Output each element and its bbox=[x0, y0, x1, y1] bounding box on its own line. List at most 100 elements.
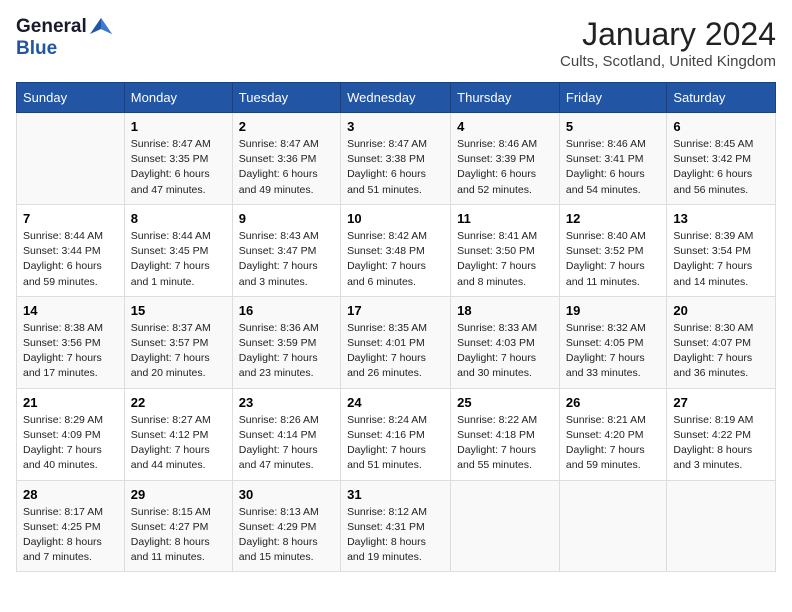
sunset-text: Sunset: 4:29 PM bbox=[239, 521, 317, 533]
table-row: 1Sunrise: 8:47 AMSunset: 3:35 PMDaylight… bbox=[124, 113, 232, 205]
day-info: Sunrise: 8:47 AMSunset: 3:38 PMDaylight:… bbox=[347, 137, 444, 198]
sunrise-text: Sunrise: 8:12 AM bbox=[347, 506, 427, 518]
sunrise-text: Sunrise: 8:36 AM bbox=[239, 322, 319, 334]
sunrise-text: Sunrise: 8:32 AM bbox=[566, 322, 646, 334]
sunrise-text: Sunrise: 8:24 AM bbox=[347, 414, 427, 426]
table-row: 26Sunrise: 8:21 AMSunset: 4:20 PMDayligh… bbox=[559, 388, 667, 480]
daylight-text: Daylight: 7 hours and 40 minutes. bbox=[23, 444, 102, 471]
daylight-text: Daylight: 7 hours and 3 minutes. bbox=[239, 260, 318, 287]
daylight-text: Daylight: 6 hours and 51 minutes. bbox=[347, 168, 426, 195]
sunset-text: Sunset: 4:25 PM bbox=[23, 521, 101, 533]
daylight-text: Daylight: 7 hours and 36 minutes. bbox=[673, 352, 752, 379]
daylight-text: Daylight: 7 hours and 20 minutes. bbox=[131, 352, 210, 379]
sunrise-text: Sunrise: 8:47 AM bbox=[131, 138, 211, 150]
day-number: 27 bbox=[673, 395, 769, 410]
day-number: 30 bbox=[239, 487, 334, 502]
calendar-week-row: 28 Sunrise: 8:17 AM Sunset: 4:25 PM Dayligh… bbox=[17, 480, 776, 572]
sunset-text: Sunset: 3:39 PM bbox=[457, 153, 535, 165]
day-info: Sunrise: 8:39 AMSunset: 3:54 PMDaylight:… bbox=[673, 229, 769, 290]
sunrise-text: Sunrise: 8:43 AM bbox=[239, 230, 319, 242]
daylight-text: Daylight: 8 hours and 11 minutes. bbox=[131, 536, 210, 563]
day-info: Sunrise: 8:12 AMSunset: 4:31 PMDaylight:… bbox=[347, 505, 444, 566]
day-number: 3 bbox=[347, 119, 444, 134]
sunrise-text: Sunrise: 8:38 AM bbox=[23, 322, 103, 334]
sunrise-text: Sunrise: 8:44 AM bbox=[23, 230, 103, 242]
day-info: Sunrise: 8:27 AMSunset: 4:12 PMDaylight:… bbox=[131, 413, 226, 474]
daylight-text: Daylight: 6 hours and 54 minutes. bbox=[566, 168, 645, 195]
sunset-text: Sunset: 3:57 PM bbox=[131, 337, 209, 349]
header-sunday: Sunday bbox=[17, 83, 125, 113]
sunset-text: Sunset: 3:42 PM bbox=[673, 153, 751, 165]
sunset-text: Sunset: 4:01 PM bbox=[347, 337, 425, 349]
table-row: 9Sunrise: 8:43 AMSunset: 3:47 PMDaylight… bbox=[232, 204, 340, 296]
sunrise-text: Sunrise: 8:30 AM bbox=[673, 322, 753, 334]
day-number: 8 bbox=[131, 211, 226, 226]
table-row: 10Sunrise: 8:42 AMSunset: 3:48 PMDayligh… bbox=[341, 204, 451, 296]
sunset-text: Sunset: 4:09 PM bbox=[23, 429, 101, 441]
sunrise-text: Sunrise: 8:19 AM bbox=[673, 414, 753, 426]
day-info: Sunrise: 8:32 AMSunset: 4:05 PMDaylight:… bbox=[566, 321, 661, 382]
day-info: Sunrise: 8:47 AMSunset: 3:35 PMDaylight:… bbox=[131, 137, 226, 198]
day-number: 10 bbox=[347, 211, 444, 226]
day-number: 18 bbox=[457, 303, 553, 318]
sunset-text: Sunset: 3:36 PM bbox=[239, 153, 317, 165]
day-info: Sunrise: 8:36 AMSunset: 3:59 PMDaylight:… bbox=[239, 321, 334, 382]
table-row: 21Sunrise: 8:29 AMSunset: 4:09 PMDayligh… bbox=[17, 388, 125, 480]
daylight-text: Daylight: 7 hours and 44 minutes. bbox=[131, 444, 210, 471]
day-number: 4 bbox=[457, 119, 553, 134]
sunset-text: Sunset: 3:56 PM bbox=[23, 337, 101, 349]
sunset-text: Sunset: 4:20 PM bbox=[566, 429, 644, 441]
daylight-text: Daylight: 6 hours and 52 minutes. bbox=[457, 168, 536, 195]
day-info: Sunrise: 8:30 AM Sunset: 4:07 PM Daylight:… bbox=[673, 321, 769, 382]
day-info: Sunrise: 8:35 AMSunset: 4:01 PMDaylight:… bbox=[347, 321, 444, 382]
sunset-text: Sunset: 3:41 PM bbox=[566, 153, 644, 165]
day-number: 28 bbox=[23, 487, 118, 502]
day-info: Sunrise: 8:13 AMSunset: 4:29 PMDaylight:… bbox=[239, 505, 334, 566]
day-info: Sunrise: 8:44 AMSunset: 3:45 PMDaylight:… bbox=[131, 229, 226, 290]
day-number: 5 bbox=[566, 119, 661, 134]
sunset-text: Sunset: 3:38 PM bbox=[347, 153, 425, 165]
table-row bbox=[667, 480, 776, 572]
table-row: 2Sunrise: 8:47 AMSunset: 3:36 PMDaylight… bbox=[232, 113, 340, 205]
location: Cults, Scotland, United Kingdom bbox=[560, 53, 776, 70]
sunset-text: Sunset: 4:27 PM bbox=[131, 521, 209, 533]
sunset-text: Sunset: 4:16 PM bbox=[347, 429, 425, 441]
sunrise-text: Sunrise: 8:13 AM bbox=[239, 506, 319, 518]
logo: General Blue bbox=[16, 16, 112, 60]
daylight-text: Daylight: 7 hours and 23 minutes. bbox=[239, 352, 318, 379]
sunrise-text: Sunrise: 8:17 AM bbox=[23, 506, 103, 518]
table-row: 29Sunrise: 8:15 AMSunset: 4:27 PMDayligh… bbox=[124, 480, 232, 572]
sunset-text: Sunset: 4:18 PM bbox=[457, 429, 535, 441]
daylight-text: Daylight: 7 hours and 6 minutes. bbox=[347, 260, 426, 287]
sunrise-text: Sunrise: 8:27 AM bbox=[131, 414, 211, 426]
header-saturday: Saturday bbox=[667, 83, 776, 113]
day-number: 21 bbox=[23, 395, 118, 410]
day-number: 20 bbox=[673, 303, 769, 318]
header-thursday: Thursday bbox=[451, 83, 560, 113]
sunset-text: Sunset: 4:14 PM bbox=[239, 429, 317, 441]
sunset-text: Sunset: 4:07 PM bbox=[673, 337, 751, 349]
sunrise-text: Sunrise: 8:41 AM bbox=[457, 230, 537, 242]
page-header: General Blue January 2024 Cults, Scotlan… bbox=[16, 16, 776, 70]
table-row: 3 Sunrise: 8:47 AMSunset: 3:38 PMDaylight… bbox=[341, 113, 451, 205]
title-section: January 2024 Cults, Scotland, United Kin… bbox=[560, 16, 776, 70]
day-number: 19 bbox=[566, 303, 661, 318]
table-row: 24Sunrise: 8:24 AMSunset: 4:16 PMDayligh… bbox=[341, 388, 451, 480]
day-number: 15 bbox=[131, 303, 226, 318]
table-row: 12Sunrise: 8:40 AMSunset: 3:52 PMDayligh… bbox=[559, 204, 667, 296]
day-info: Sunrise: 8:46 AMSunset: 3:41 PMDaylight:… bbox=[566, 137, 661, 198]
table-row: 14Sunrise: 8:38 AMSunset: 3:56 PMDayligh… bbox=[17, 296, 125, 388]
sunset-text: Sunset: 4:22 PM bbox=[673, 429, 751, 441]
table-row: 17Sunrise: 8:35 AMSunset: 4:01 PMDayligh… bbox=[341, 296, 451, 388]
daylight-text: Daylight: 6 hours and 49 minutes. bbox=[239, 168, 318, 195]
daylight-text: Daylight: 8 hours and 3 minutes. bbox=[673, 444, 752, 471]
sunset-text: Sunset: 4:05 PM bbox=[566, 337, 644, 349]
sunrise-text: Sunrise: 8:46 AM bbox=[457, 138, 537, 150]
daylight-text: Daylight: 7 hours and 47 minutes. bbox=[239, 444, 318, 471]
daylight-text: Daylight: 7 hours and 55 minutes. bbox=[457, 444, 536, 471]
day-info: Sunrise: 8:19 AM Sunset: 4:22 PM Daylight:… bbox=[673, 413, 769, 474]
sunrise-text: Sunrise: 8:44 AM bbox=[131, 230, 211, 242]
day-info: Sunrise: 8:33 AMSunset: 4:03 PMDaylight:… bbox=[457, 321, 553, 382]
calendar-week-row: 14Sunrise: 8:38 AMSunset: 3:56 PMDayligh… bbox=[17, 296, 776, 388]
table-row bbox=[559, 480, 667, 572]
